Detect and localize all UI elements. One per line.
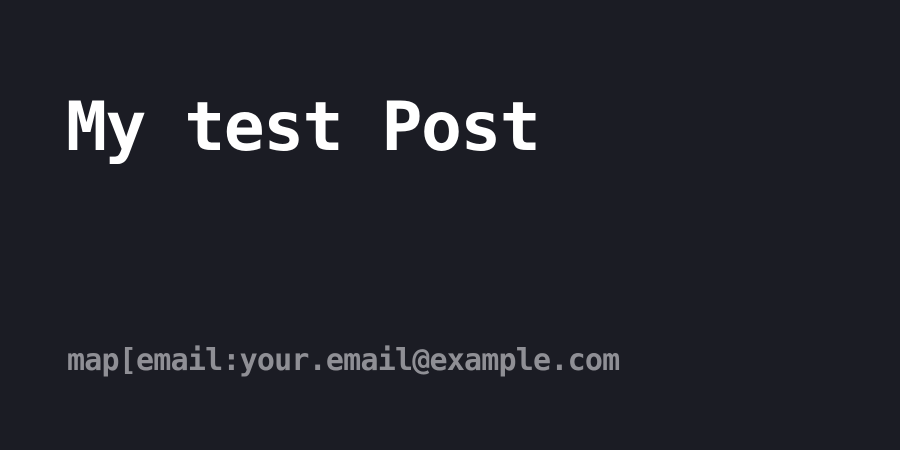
post-title: My test Post <box>66 88 541 167</box>
post-author: map[email:your.email@example.com <box>67 343 620 378</box>
social-preview-card: My test Post map[email:your.email@exampl… <box>0 0 900 450</box>
